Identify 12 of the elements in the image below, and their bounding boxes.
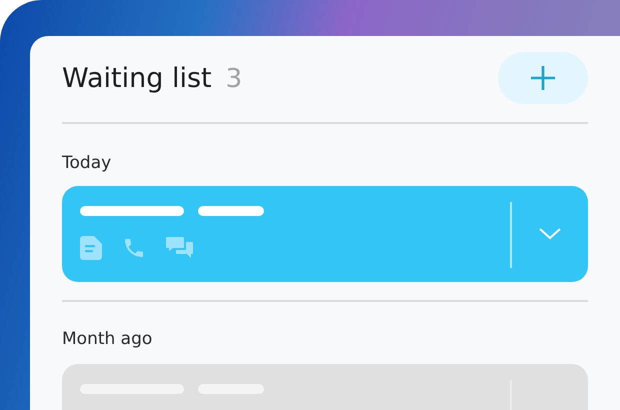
waiting-list-card[interactable]	[62, 186, 588, 282]
chevron-down-icon[interactable]	[539, 228, 561, 240]
document-icon[interactable]	[80, 236, 102, 260]
add-button[interactable]	[498, 52, 588, 104]
section-label: Today	[62, 152, 112, 174]
text-placeholder-bar	[198, 206, 264, 216]
panel-title: Waiting list	[62, 62, 212, 94]
section-label: Month ago	[62, 328, 154, 350]
chat-icon[interactable]	[166, 236, 194, 260]
item-count: 3	[226, 64, 242, 94]
plus-icon	[530, 65, 556, 91]
phone-icon[interactable]	[122, 236, 146, 260]
